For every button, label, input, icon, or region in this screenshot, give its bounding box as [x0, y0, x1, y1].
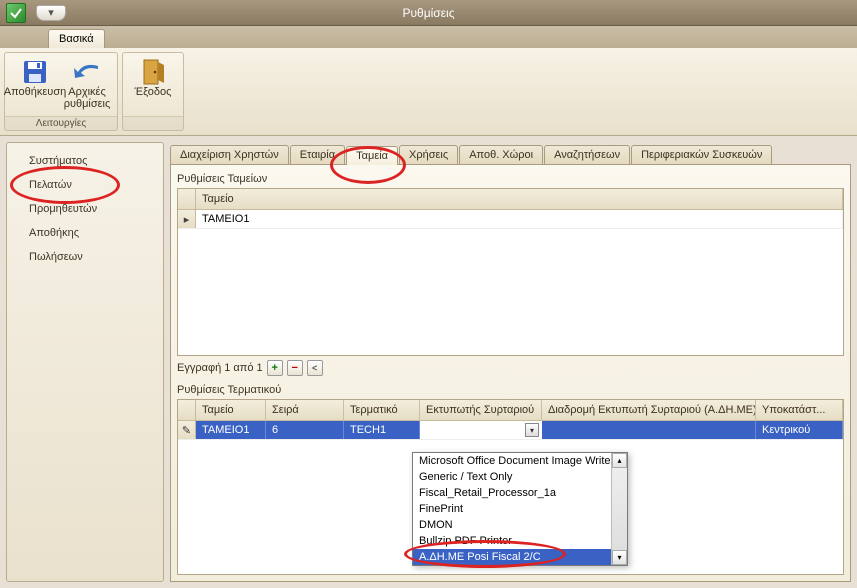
tab-peripherals[interactable]: Περιφεριακών Συσκευών	[631, 145, 772, 164]
save-label: Αποθήκευση	[4, 86, 66, 98]
sidebar-item-suppliers[interactable]: Προμηθευτών	[7, 197, 163, 221]
sidebar-item-warehouse[interactable]: Αποθήκης	[7, 221, 163, 245]
scroll-down-icon[interactable]: ▾	[612, 550, 627, 565]
drawer-printer-dropdown[interactable]: Microsoft Office Document Image Writer G…	[412, 452, 628, 566]
dropdown-option[interactable]: Microsoft Office Document Image Writer	[413, 453, 627, 469]
dropdown-option[interactable]: Generic / Text Only	[413, 469, 627, 485]
title-bar: ▾ Ρυθμίσεις	[0, 0, 857, 26]
save-button[interactable]: Αποθήκευση	[9, 55, 61, 114]
dropdown-option-selected[interactable]: Α.ΔΗ.ΜΕ Posi Fiscal 2/C	[413, 549, 627, 565]
floppy-icon	[19, 58, 51, 86]
defaults-label: Αρχικέςρυθμίσεις	[64, 86, 111, 110]
qat-customize[interactable]: ▾	[36, 5, 66, 21]
tab-searches[interactable]: Αναζητήσεων	[544, 145, 630, 164]
bottom-section-title: Ρυθμίσεις Τερματικού	[177, 384, 844, 396]
dropdown-option[interactable]: DMON	[413, 517, 627, 533]
window-title: Ρυθμίσεις	[402, 6, 454, 20]
tab-company[interactable]: Εταιρία	[290, 145, 345, 164]
col-drawer-printer[interactable]: Εκτυπωτής Συρταριού	[420, 400, 542, 420]
ribbon-tabstrip: Βασικά	[0, 26, 857, 48]
row-indicator-header-2	[178, 400, 196, 420]
record-navigator: Εγγραφή 1 από 1 + − <	[177, 360, 844, 376]
cell-tameio[interactable]: TAMEIO1	[196, 210, 843, 228]
sidebar: Συστήματος Πελατών Προμηθευτών Αποθήκης …	[6, 142, 164, 582]
exit-label: Έξοδος	[135, 86, 172, 98]
tab-uses[interactable]: Χρήσεις	[399, 145, 458, 164]
dropdown-option[interactable]: Bullzip PDF Printer	[413, 533, 627, 549]
next-record-button[interactable]: <	[307, 360, 323, 376]
row-indicator-icon: ▸	[178, 210, 196, 228]
table-row[interactable]: ▸ TAMEIO1	[178, 210, 843, 229]
ribbon-group-caption: Λειτουργίες	[5, 116, 117, 130]
cell-drawer-printer[interactable]: ▾	[420, 421, 542, 439]
row-indicator-header	[178, 189, 196, 209]
door-exit-icon	[137, 58, 169, 86]
cell-store[interactable]: Κεντρικού	[756, 421, 843, 439]
tab-users[interactable]: Διαχείριση Χρηστών	[170, 145, 289, 164]
dropdown-option[interactable]: FinePrint	[413, 501, 627, 517]
col-store[interactable]: Υποκατάστ...	[756, 400, 843, 420]
defaults-button[interactable]: Αρχικέςρυθμίσεις	[61, 55, 113, 114]
navigator-text: Εγγραφή 1 από 1	[177, 362, 263, 374]
col-seira[interactable]: Σειρά	[266, 400, 344, 420]
tab-cashpoints[interactable]: Ταμεία	[346, 146, 398, 165]
cell-drawer-path[interactable]	[542, 421, 756, 439]
col-tameio-2[interactable]: Ταμείο	[196, 400, 266, 420]
col-terminal[interactable]: Τερματικό	[344, 400, 420, 420]
app-icon[interactable]	[6, 3, 26, 23]
scroll-up-icon[interactable]: ▴	[612, 453, 627, 468]
delete-record-button[interactable]: −	[287, 360, 303, 376]
tabs: Διαχείριση Χρηστών Εταιρία Ταμεία Χρήσει…	[170, 142, 851, 164]
sidebar-item-sales[interactable]: Πωλήσεων	[7, 245, 163, 269]
col-tameio[interactable]: Ταμείο	[196, 189, 843, 209]
table-row[interactable]: ✎ TAMEIO1 6 TECH1 ▾ Κεντρικού	[178, 421, 843, 440]
ribbon-group-functions: Αποθήκευση Αρχικέςρυθμίσεις Λειτουργίες	[4, 52, 118, 131]
cell-tameio[interactable]: TAMEIO1	[196, 421, 266, 439]
dropdown-option[interactable]: Fiscal_Retail_Processor_1a	[413, 485, 627, 501]
ribbon-tab-basic[interactable]: Βασικά	[48, 29, 105, 48]
exit-button[interactable]: Έξοδος	[127, 55, 179, 114]
edit-indicator-icon: ✎	[178, 421, 196, 439]
ribbon: Αποθήκευση Αρχικέςρυθμίσεις Λειτουργίες …	[0, 48, 857, 136]
dropdown-scrollbar[interactable]: ▴ ▾	[611, 453, 627, 565]
top-section-title: Ρυθμίσεις Ταμείων	[177, 173, 844, 185]
cell-terminal[interactable]: TECH1	[344, 421, 420, 439]
tab-storage[interactable]: Αποθ. Χώροι	[459, 145, 543, 164]
ribbon-group-exit: Έξοδος	[122, 52, 184, 131]
add-record-button[interactable]: +	[267, 360, 283, 376]
cell-seira[interactable]: 6	[266, 421, 344, 439]
undo-arrow-icon	[71, 58, 103, 86]
col-drawer-path[interactable]: Διαδρομή Εκτυπωτή Συρταριού (Α.ΔΗ.ΜΕ)	[542, 400, 756, 420]
chevron-down-icon[interactable]: ▾	[525, 423, 539, 437]
sidebar-item-customers[interactable]: Πελατών	[7, 173, 163, 197]
cashpoints-grid[interactable]: Ταμείο ▸ TAMEIO1	[177, 188, 844, 356]
sidebar-item-system[interactable]: Συστήματος	[7, 149, 163, 173]
